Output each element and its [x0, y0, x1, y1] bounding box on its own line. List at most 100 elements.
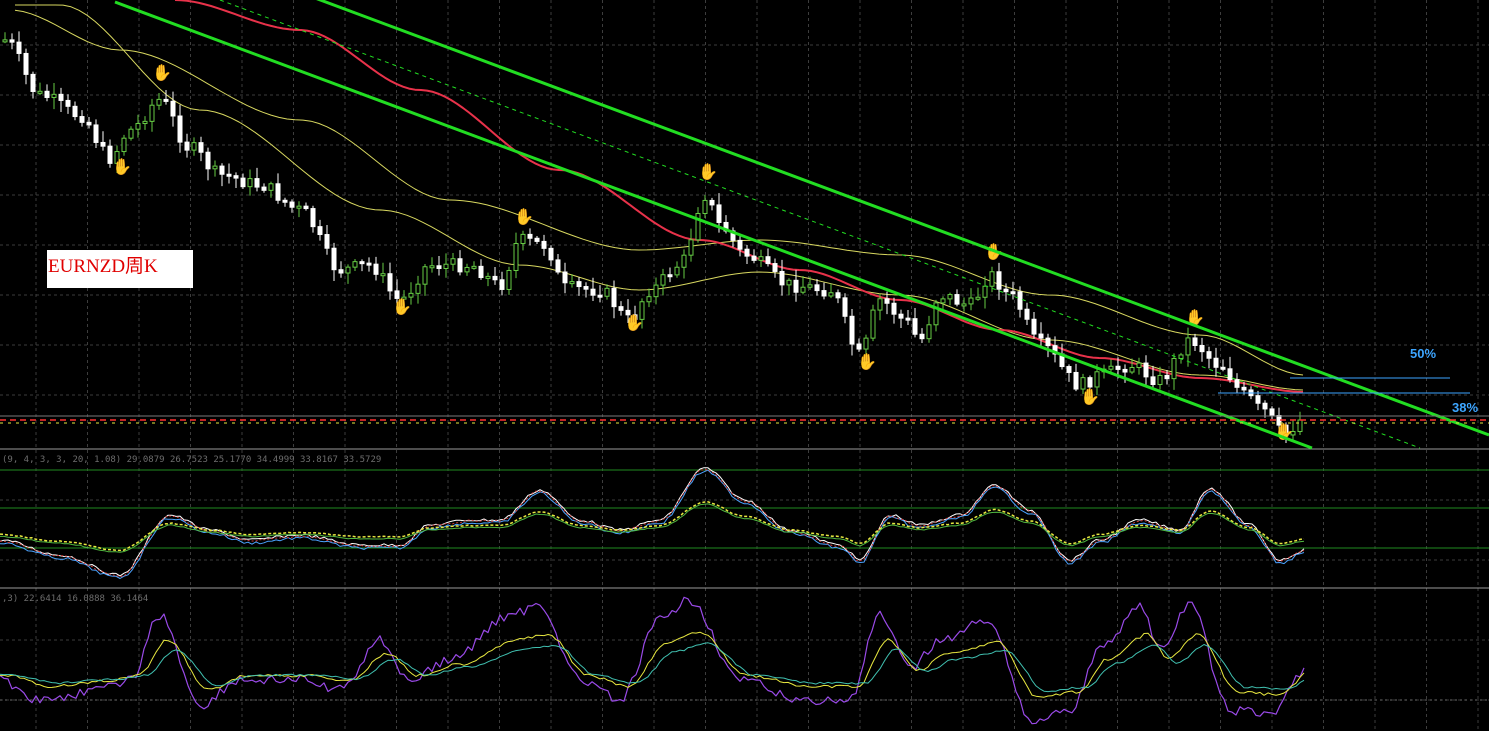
candle-body	[562, 271, 568, 284]
osc2-line-yellow	[0, 631, 1305, 698]
symbol-label: EURNZD周K	[47, 250, 193, 288]
candle-body	[891, 302, 897, 315]
candle-body	[947, 294, 953, 300]
candle-body	[856, 343, 862, 350]
candle-body	[464, 266, 470, 273]
candle-body	[1192, 337, 1198, 346]
candle-body	[828, 292, 834, 297]
candle-body	[793, 279, 799, 293]
candle-body	[142, 120, 148, 125]
candle-body	[1024, 308, 1030, 320]
candle-body	[898, 313, 904, 319]
candle-body	[576, 281, 582, 288]
candle-body	[443, 263, 449, 270]
candle-body	[240, 177, 246, 188]
candle-body	[303, 205, 309, 210]
candles-group	[2, 31, 1303, 443]
candle-body	[310, 208, 316, 228]
candle-body	[156, 98, 162, 106]
candle-body	[1262, 402, 1268, 410]
candle-body	[597, 294, 603, 298]
candle-body	[100, 141, 106, 147]
candle-body	[842, 297, 848, 317]
candle-body	[226, 173, 232, 177]
fractal-up-icon: ✋	[152, 63, 172, 82]
candle-body	[653, 284, 659, 298]
moving-average-slow	[174, 0, 1304, 393]
candle-body	[1213, 357, 1219, 368]
candle-body	[9, 39, 15, 43]
fractal-down-icon: ✋	[112, 157, 132, 176]
candle-body	[86, 121, 92, 126]
candle-body	[919, 333, 925, 340]
candle-body	[1108, 365, 1114, 370]
candle-body	[884, 298, 890, 304]
candle-body	[275, 183, 281, 201]
candle-body	[835, 292, 841, 299]
candle-body	[744, 248, 750, 257]
fib-label-38: 38%	[1452, 400, 1478, 415]
candle-body	[863, 337, 869, 350]
candle-body	[324, 234, 330, 249]
candle-body	[1157, 374, 1163, 385]
candle-body	[821, 290, 827, 297]
osc1-header: (9, 4, 3, 3, 20, 1.08) 29.0879 26.7523 2…	[2, 455, 381, 465]
candle-body	[1185, 337, 1191, 356]
candle-body	[387, 273, 393, 292]
candle-body	[1136, 362, 1142, 369]
candle-body	[877, 298, 883, 311]
candle-body	[415, 283, 421, 294]
candle-body	[212, 165, 218, 170]
candle-body	[807, 284, 813, 288]
candle-body	[191, 142, 197, 151]
candle-body	[282, 199, 288, 203]
candle-body	[1122, 368, 1128, 373]
candle-body	[814, 284, 820, 292]
candle-body	[702, 199, 708, 214]
fib-label-50: 50%	[1410, 346, 1436, 361]
candle-body	[184, 141, 190, 151]
candle-body	[765, 256, 771, 265]
candle-body	[520, 233, 526, 245]
candle-body	[450, 258, 456, 265]
candle-body	[429, 265, 435, 269]
chart-canvas[interactable]: ✋✋✋✋✋✋✋✋✋✋✋50%38%(9, 4, 3, 3, 20, 1.08) …	[0, 0, 1489, 731]
candle-body	[79, 116, 85, 123]
candle-body	[1227, 368, 1233, 381]
candle-body	[758, 256, 764, 261]
candle-body	[373, 263, 379, 275]
grid-lines	[0, 0, 1489, 731]
candle-body	[1003, 288, 1009, 293]
candle-body	[611, 287, 617, 308]
candle-body	[65, 99, 71, 107]
candle-body	[912, 318, 918, 335]
candle-body	[1045, 337, 1051, 347]
candle-body	[996, 271, 1002, 290]
candle-body	[2, 39, 8, 43]
candle-body	[471, 265, 477, 269]
candle-body	[590, 288, 596, 296]
candle-body	[905, 317, 911, 321]
candle-body	[1234, 379, 1240, 388]
candle-body	[541, 240, 547, 249]
candle-body	[968, 297, 974, 305]
candle-body	[331, 247, 337, 271]
candle-body	[1017, 291, 1023, 310]
candle-body	[37, 90, 43, 94]
candle-body	[128, 128, 134, 139]
candle-body	[583, 286, 589, 290]
candle-body	[548, 247, 554, 261]
candle-body	[1255, 395, 1261, 404]
candle-body	[345, 266, 351, 274]
candle-body	[261, 186, 267, 191]
candle-body	[338, 269, 344, 274]
candle-body	[1220, 366, 1226, 370]
candle-body	[975, 296, 981, 300]
candle-body	[1150, 376, 1156, 385]
chart-window[interactable]: ✋✋✋✋✋✋✋✋✋✋✋50%38%(9, 4, 3, 3, 20, 1.08) …	[0, 0, 1489, 731]
candle-body	[1269, 408, 1275, 417]
candle-body	[989, 271, 995, 287]
fractal-down-icon: ✋	[392, 297, 412, 316]
candle-body	[30, 73, 36, 92]
candle-body	[1171, 357, 1177, 380]
